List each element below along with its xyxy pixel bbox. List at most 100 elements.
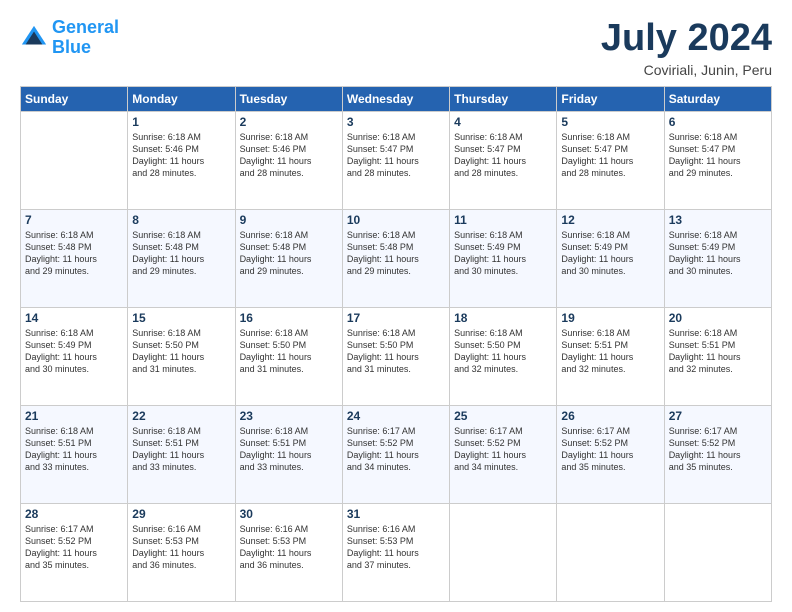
calendar-day-cell: 1 Sunrise: 6:18 AM Sunset: 5:46 PM Daylig…: [128, 111, 235, 209]
calendar-day-cell: 15 Sunrise: 6:18 AM Sunset: 5:50 PM Dayli…: [128, 307, 235, 405]
day-number: 12: [561, 213, 659, 227]
day-number: 3: [347, 115, 445, 129]
day-info: Sunrise: 6:18 AM Sunset: 5:49 PM Dayligh…: [561, 229, 659, 278]
calendar-day-cell: 28 Sunrise: 6:17 AM Sunset: 5:52 PM Dayli…: [21, 503, 128, 601]
day-info: Sunrise: 6:18 AM Sunset: 5:48 PM Dayligh…: [347, 229, 445, 278]
day-info: Sunrise: 6:18 AM Sunset: 5:51 PM Dayligh…: [132, 425, 230, 474]
calendar-header-friday: Friday: [557, 86, 664, 111]
logo: General Blue: [20, 18, 119, 58]
calendar-day-cell: 27 Sunrise: 6:17 AM Sunset: 5:52 PM Dayli…: [664, 405, 771, 503]
day-number: 11: [454, 213, 552, 227]
calendar-day-cell: 13Sunrise: 6:18 AM Sunset: 5:49 PM Dayli…: [664, 209, 771, 307]
calendar-header-wednesday: Wednesday: [342, 86, 449, 111]
calendar: SundayMondayTuesdayWednesdayThursdayFrid…: [20, 86, 772, 602]
calendar-week-row: 28 Sunrise: 6:17 AM Sunset: 5:52 PM Dayli…: [21, 503, 772, 601]
calendar-day-cell: 19 Sunrise: 6:18 AM Sunset: 5:51 PM Dayli…: [557, 307, 664, 405]
day-number: 13: [669, 213, 767, 227]
day-info: Sunrise: 6:18 AM Sunset: 5:48 PM Dayligh…: [132, 229, 230, 278]
day-info: Sunrise: 6:18 AM Sunset: 5:46 PM Dayligh…: [240, 131, 338, 180]
calendar-day-cell: 21 Sunrise: 6:18 AM Sunset: 5:51 PM Dayli…: [21, 405, 128, 503]
day-number: 19: [561, 311, 659, 325]
day-number: 4: [454, 115, 552, 129]
day-number: 6: [669, 115, 767, 129]
day-number: 21: [25, 409, 123, 423]
day-info: Sunrise: 6:18 AM Sunset: 5:50 PM Dayligh…: [240, 327, 338, 376]
calendar-day-cell: 14Sunrise: 6:18 AM Sunset: 5:49 PM Dayli…: [21, 307, 128, 405]
day-number: 23: [240, 409, 338, 423]
day-info: Sunrise: 6:18 AM Sunset: 5:50 PM Dayligh…: [132, 327, 230, 376]
calendar-day-cell: 20 Sunrise: 6:18 AM Sunset: 5:51 PM Dayli…: [664, 307, 771, 405]
day-number: 25: [454, 409, 552, 423]
calendar-week-row: 14Sunrise: 6:18 AM Sunset: 5:49 PM Dayli…: [21, 307, 772, 405]
day-info: Sunrise: 6:18 AM Sunset: 5:51 PM Dayligh…: [240, 425, 338, 474]
day-info: Sunrise: 6:18 AM Sunset: 5:49 PM Dayligh…: [454, 229, 552, 278]
day-number: 22: [132, 409, 230, 423]
day-info: Sunrise: 6:17 AM Sunset: 5:52 PM Dayligh…: [454, 425, 552, 474]
calendar-day-cell: 7Sunrise: 6:18 AM Sunset: 5:48 PM Daylig…: [21, 209, 128, 307]
calendar-header-tuesday: Tuesday: [235, 86, 342, 111]
day-number: 16: [240, 311, 338, 325]
calendar-header-row: SundayMondayTuesdayWednesdayThursdayFrid…: [21, 86, 772, 111]
logo-text: General Blue: [52, 18, 119, 58]
calendar-day-cell: 25 Sunrise: 6:17 AM Sunset: 5:52 PM Dayli…: [450, 405, 557, 503]
day-info: Sunrise: 6:17 AM Sunset: 5:52 PM Dayligh…: [347, 425, 445, 474]
day-info: Sunrise: 6:16 AM Sunset: 5:53 PM Dayligh…: [132, 523, 230, 572]
calendar-day-cell: 22 Sunrise: 6:18 AM Sunset: 5:51 PM Dayli…: [128, 405, 235, 503]
calendar-day-cell: 10 Sunrise: 6:18 AM Sunset: 5:48 PM Dayli…: [342, 209, 449, 307]
day-info: Sunrise: 6:18 AM Sunset: 5:47 PM Dayligh…: [561, 131, 659, 180]
calendar-day-cell: 9Sunrise: 6:18 AM Sunset: 5:48 PM Daylig…: [235, 209, 342, 307]
day-info: Sunrise: 6:18 AM Sunset: 5:47 PM Dayligh…: [454, 131, 552, 180]
day-number: 26: [561, 409, 659, 423]
calendar-day-cell: 5Sunrise: 6:18 AM Sunset: 5:47 PM Daylig…: [557, 111, 664, 209]
calendar-day-cell: 11 Sunrise: 6:18 AM Sunset: 5:49 PM Dayli…: [450, 209, 557, 307]
day-number: 28: [25, 507, 123, 521]
calendar-day-cell: 3Sunrise: 6:18 AM Sunset: 5:47 PM Daylig…: [342, 111, 449, 209]
day-number: 8: [132, 213, 230, 227]
calendar-header-monday: Monday: [128, 86, 235, 111]
calendar-day-cell: 30Sunrise: 6:16 AM Sunset: 5:53 PM Dayli…: [235, 503, 342, 601]
calendar-day-cell: 6 Sunrise: 6:18 AM Sunset: 5:47 PM Daylig…: [664, 111, 771, 209]
calendar-week-row: 7Sunrise: 6:18 AM Sunset: 5:48 PM Daylig…: [21, 209, 772, 307]
day-number: 29: [132, 507, 230, 521]
calendar-day-cell: 16 Sunrise: 6:18 AM Sunset: 5:50 PM Dayli…: [235, 307, 342, 405]
day-info: Sunrise: 6:17 AM Sunset: 5:52 PM Dayligh…: [25, 523, 123, 572]
day-number: 24: [347, 409, 445, 423]
calendar-week-row: 21 Sunrise: 6:18 AM Sunset: 5:51 PM Dayli…: [21, 405, 772, 503]
month-title: July 2024: [601, 18, 772, 60]
calendar-day-cell: 23 Sunrise: 6:18 AM Sunset: 5:51 PM Dayli…: [235, 405, 342, 503]
day-number: 27: [669, 409, 767, 423]
day-number: 15: [132, 311, 230, 325]
day-number: 20: [669, 311, 767, 325]
calendar-header-sunday: Sunday: [21, 86, 128, 111]
day-number: 10: [347, 213, 445, 227]
day-info: Sunrise: 6:18 AM Sunset: 5:46 PM Dayligh…: [132, 131, 230, 180]
day-info: Sunrise: 6:18 AM Sunset: 5:48 PM Dayligh…: [240, 229, 338, 278]
day-info: Sunrise: 6:18 AM Sunset: 5:51 PM Dayligh…: [25, 425, 123, 474]
calendar-day-cell: [450, 503, 557, 601]
day-number: 18: [454, 311, 552, 325]
day-info: Sunrise: 6:18 AM Sunset: 5:51 PM Dayligh…: [669, 327, 767, 376]
calendar-day-cell: [21, 111, 128, 209]
day-number: 17: [347, 311, 445, 325]
calendar-week-row: 1 Sunrise: 6:18 AM Sunset: 5:46 PM Daylig…: [21, 111, 772, 209]
calendar-header-thursday: Thursday: [450, 86, 557, 111]
logo-icon: [20, 24, 48, 52]
day-info: Sunrise: 6:16 AM Sunset: 5:53 PM Dayligh…: [240, 523, 338, 572]
day-info: Sunrise: 6:17 AM Sunset: 5:52 PM Dayligh…: [669, 425, 767, 474]
day-info: Sunrise: 6:18 AM Sunset: 5:47 PM Dayligh…: [669, 131, 767, 180]
header: General Blue July 2024 Coviriali, Junin,…: [20, 18, 772, 78]
calendar-day-cell: 24 Sunrise: 6:17 AM Sunset: 5:52 PM Dayli…: [342, 405, 449, 503]
day-info: Sunrise: 6:18 AM Sunset: 5:50 PM Dayligh…: [347, 327, 445, 376]
day-number: 14: [25, 311, 123, 325]
calendar-day-cell: 31Sunrise: 6:16 AM Sunset: 5:53 PM Dayli…: [342, 503, 449, 601]
calendar-day-cell: 26 Sunrise: 6:17 AM Sunset: 5:52 PM Dayli…: [557, 405, 664, 503]
day-info: Sunrise: 6:16 AM Sunset: 5:53 PM Dayligh…: [347, 523, 445, 572]
calendar-day-cell: [664, 503, 771, 601]
day-info: Sunrise: 6:18 AM Sunset: 5:51 PM Dayligh…: [561, 327, 659, 376]
title-block: July 2024 Coviriali, Junin, Peru: [601, 18, 772, 78]
day-number: 1: [132, 115, 230, 129]
page: General Blue July 2024 Coviriali, Junin,…: [0, 0, 792, 612]
day-info: Sunrise: 6:17 AM Sunset: 5:52 PM Dayligh…: [561, 425, 659, 474]
calendar-day-cell: 18Sunrise: 6:18 AM Sunset: 5:50 PM Dayli…: [450, 307, 557, 405]
day-info: Sunrise: 6:18 AM Sunset: 5:48 PM Dayligh…: [25, 229, 123, 278]
